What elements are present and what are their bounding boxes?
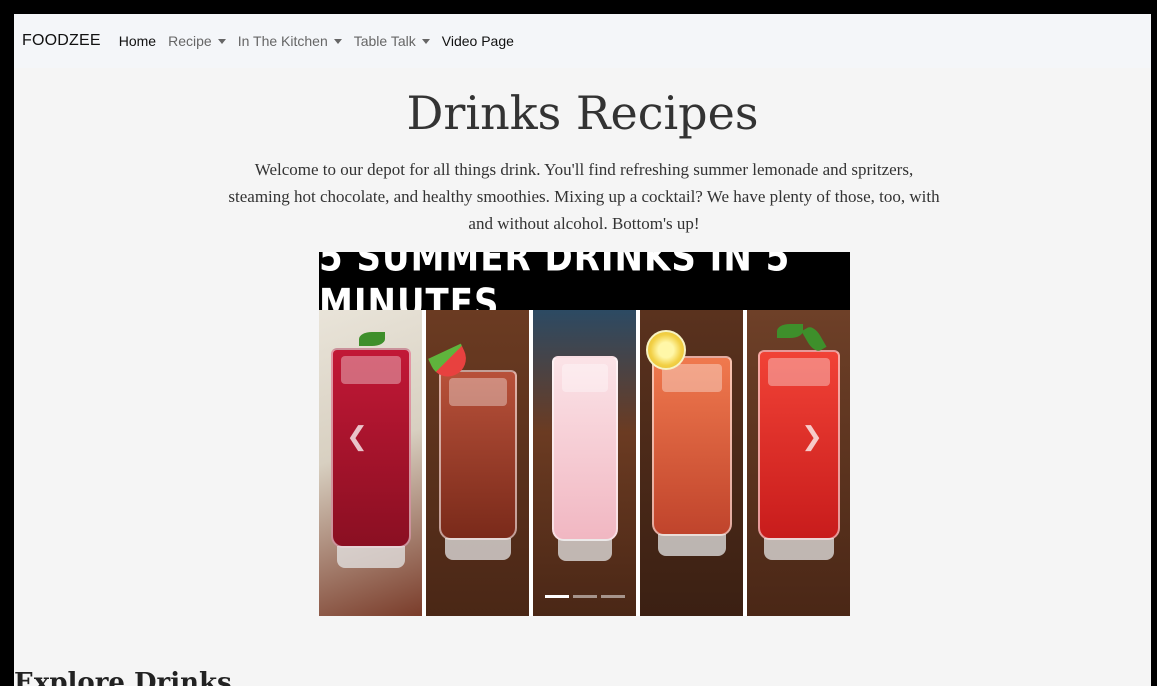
drink-panel-rose-milk [533,310,636,616]
drink-panel-mojito [747,310,850,616]
carousel-indicator-3[interactable] [600,595,625,598]
section-title-explore-drinks: Explore Drinks [14,668,232,686]
drink-panel-watermelon [426,310,529,616]
nav-table-talk-label: Table Talk [353,33,416,49]
carousel-indicator-1[interactable] [544,595,569,598]
chevron-left-icon: ❮ [346,422,368,452]
caret-down-icon [217,38,226,44]
nav-home-label: Home [118,33,157,49]
nav-video-page[interactable]: Video Page [442,33,514,49]
caret-down-icon [333,38,342,44]
nav-video-page-label: Video Page [441,33,514,49]
nav-in-the-kitchen-dropdown[interactable]: In The Kitchen [238,33,342,49]
carousel-indicator-2[interactable] [572,595,597,598]
carousel-slide-image [319,310,850,616]
drink-panel-lemon [640,310,743,616]
nav-home[interactable]: Home [119,33,156,49]
navbar: FOODZEE Home Recipe In The Kitchen Table… [14,14,1151,68]
carousel-prev-button[interactable]: ❮ [337,417,377,457]
lemon-slice [646,330,686,370]
nav-in-the-kitchen-label: In The Kitchen [237,33,328,49]
carousel-indicators [544,595,625,598]
drink-glass [438,370,517,560]
drink-glass [651,356,732,556]
page-intro: Welcome to our depot for all things drin… [228,160,940,233]
mint-leaf [777,324,803,338]
drink-glass [551,356,618,561]
carousel-next-button[interactable]: ❯ [792,417,832,457]
nav-recipe-dropdown[interactable]: Recipe [168,33,226,49]
carousel-banner: 5 SUMMER DRINKS IN 5 MINUTES [319,252,850,327]
brand-logo[interactable]: FOODZEE [22,32,101,50]
nav-recipe-label: Recipe [168,33,212,49]
caret-down-icon [421,38,430,44]
chevron-right-icon: ❯ [801,422,823,452]
drinks-carousel[interactable]: 5 SUMMER DRINKS IN 5 MINUTES ❮ ❯ [319,252,850,616]
drink-panel-berry [319,310,422,616]
mint-leaf [359,332,385,346]
browser-viewport: FOODZEE Home Recipe In The Kitchen Table… [14,14,1151,686]
nav-table-talk-dropdown[interactable]: Table Talk [354,33,430,49]
page-title: Drinks Recipes [406,86,759,140]
